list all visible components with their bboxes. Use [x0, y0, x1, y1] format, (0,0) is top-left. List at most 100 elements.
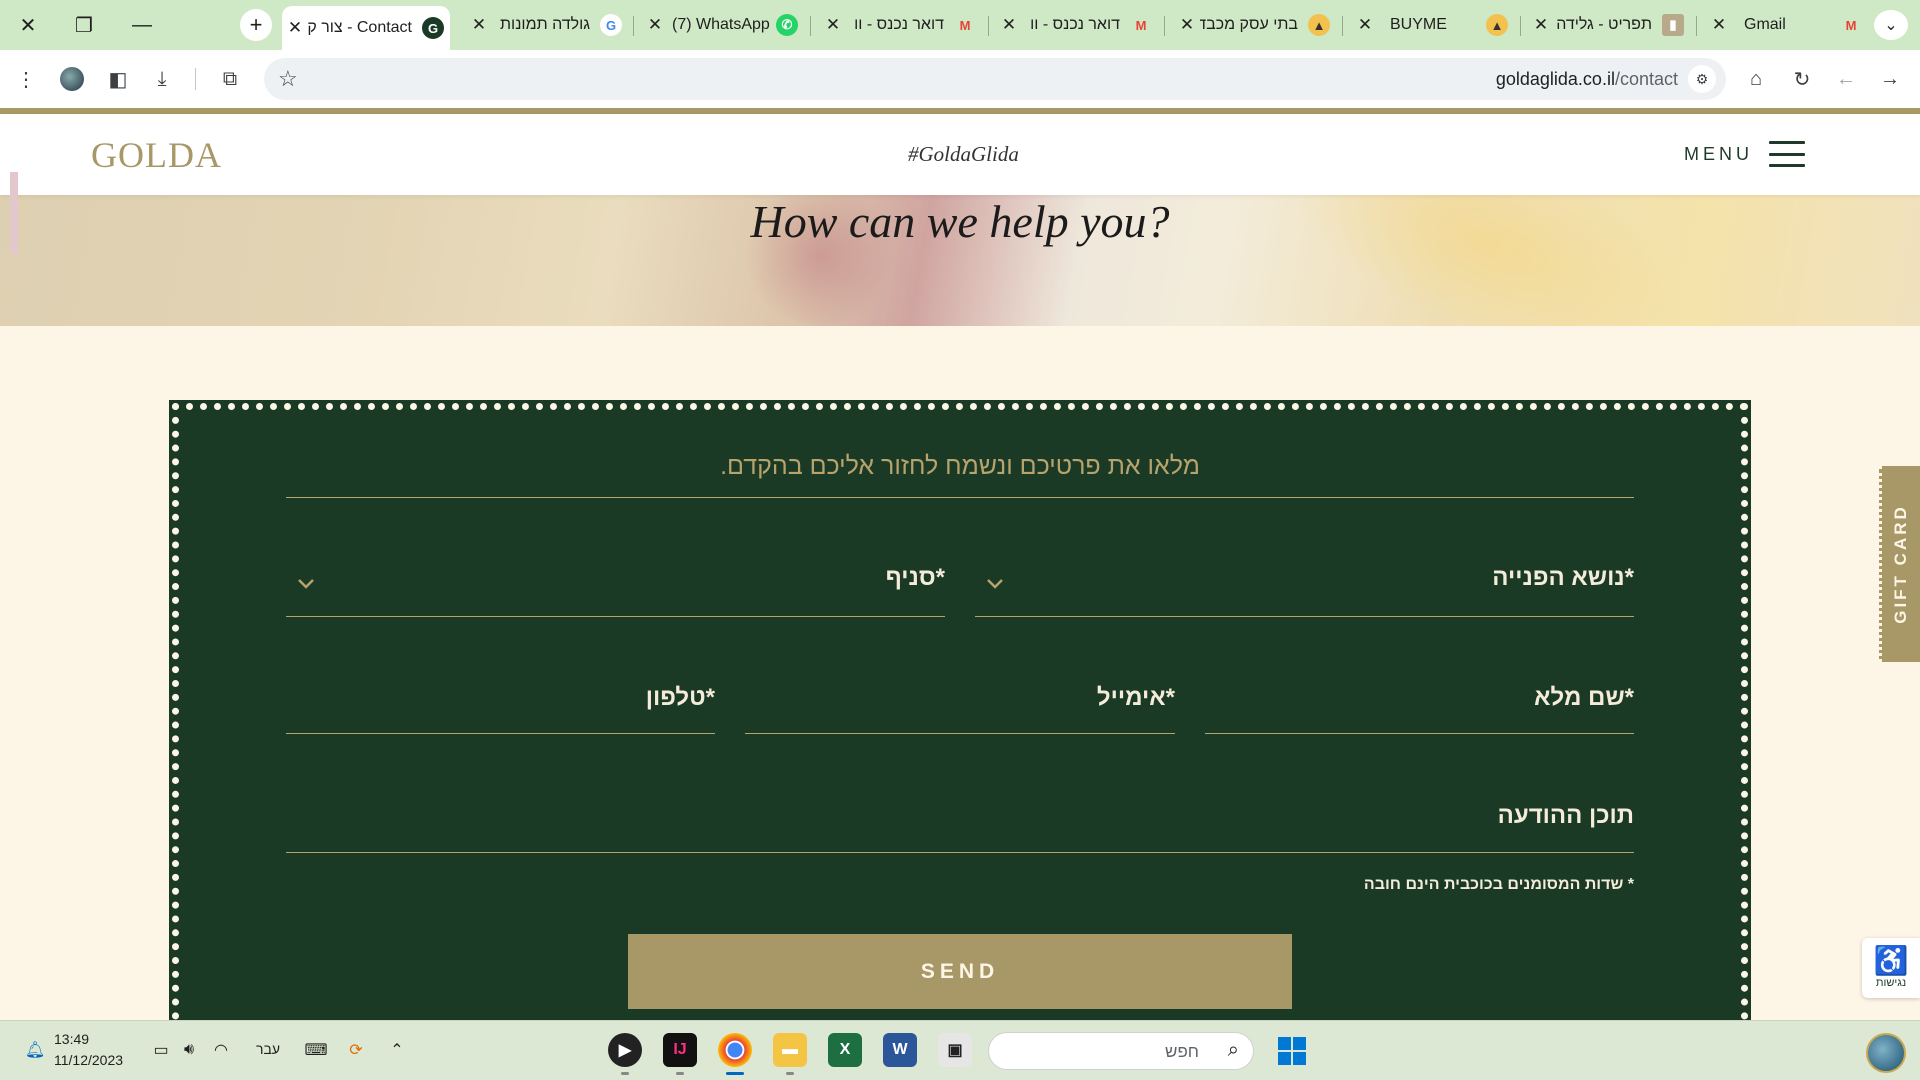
site-info-icon[interactable]: ⚙ — [1688, 65, 1716, 93]
message-underline — [286, 852, 1634, 853]
close-icon[interactable]: ✕ — [820, 15, 846, 35]
heading-divider — [286, 497, 1634, 498]
gift-card-label: GIFT CARD — [1891, 504, 1911, 624]
new-tab-button[interactable]: + — [240, 9, 272, 41]
full-name-field[interactable]: *שם מלא — [1205, 668, 1634, 734]
subject-label: *נושא הפנייה — [1492, 564, 1634, 591]
tab-gmail-inbox-2[interactable]: ✕ דואר נכנס - וו M — [996, 6, 1158, 44]
site-hashtag: #GoldaGlida — [908, 142, 1019, 166]
battery-icon[interactable]: ▭ — [150, 1039, 172, 1061]
email-field[interactable]: *אימייל — [745, 668, 1175, 734]
close-icon[interactable]: ✕ — [642, 15, 668, 35]
tab-title: דואר נכנס - וו — [1030, 16, 1120, 33]
browser-toolbar: ⋮ ◧ ⤓ ⧉ ☆ goldaglida.co.il/contact ⚙ ⌂ ↻… — [0, 50, 1920, 108]
form-heading: מלאו את פרטיכם ונשמח לחזור אליכם בהקדם. — [720, 452, 1200, 480]
hero-banner: How can we help you? — [0, 195, 1920, 326]
branch-select[interactable]: *סניף — [286, 548, 945, 616]
terminal-icon[interactable]: ▣ — [938, 1033, 972, 1067]
subject-underline — [975, 616, 1634, 617]
notification-bell-icon[interactable]: 🔔︎ — [24, 1039, 46, 1061]
tab-buyme[interactable]: ✕ BUYME ▲ — [1352, 6, 1514, 44]
media-player-icon[interactable]: ▶ — [608, 1033, 642, 1075]
address-bar[interactable]: ☆ goldaglida.co.il/contact ⚙ — [264, 58, 1726, 100]
back-arrow-icon[interactable]: ← — [1830, 63, 1862, 95]
wifi-icon[interactable]: ◠ — [210, 1039, 232, 1061]
close-icon[interactable]: ✕ — [1706, 15, 1732, 35]
keyboard-icon[interactable]: ⌨ — [304, 1039, 327, 1061]
subject-select[interactable]: *נושא הפנייה — [975, 548, 1634, 616]
url-text[interactable]: goldaglida.co.il/contact — [1496, 69, 1678, 90]
chevron-up-icon[interactable]: ⌃ — [386, 1039, 408, 1061]
tab-contact[interactable]: ✕ Contact - צור קשר G — [282, 6, 450, 50]
branch-underline — [286, 616, 945, 617]
url-domain: goldaglida.co.il — [1495, 69, 1615, 89]
reload-icon[interactable]: ↻ — [1786, 63, 1818, 95]
clock-time[interactable]: 13:49 — [54, 1031, 89, 1047]
kebab-menu-icon[interactable]: ⋮ — [10, 63, 42, 95]
send-button[interactable]: SEND — [628, 934, 1292, 1009]
tab-gmail-inbox-1[interactable]: ✕ דואר נכנס - וו M — [820, 6, 982, 44]
required-fields-note: * שדות המסומנים בכוכבית הינם חובה — [1363, 876, 1634, 893]
input-language[interactable]: עבר — [256, 1041, 280, 1057]
home-icon[interactable]: ⌂ — [1740, 63, 1772, 95]
hero-title: How can we help you? — [750, 196, 1170, 247]
tab-title: גולדה תמונות — [499, 16, 590, 33]
chrome-icon[interactable] — [718, 1033, 752, 1075]
gift-card-tab[interactable]: GIFT CARD — [1879, 466, 1920, 662]
wheelchair-icon: ♿ — [1873, 945, 1909, 976]
bookmark-star-icon[interactable]: ☆ — [278, 66, 298, 92]
weather-widget-icon[interactable] — [1866, 1033, 1906, 1073]
file-explorer-icon[interactable]: ▬ — [773, 1033, 807, 1075]
tab-golda-images[interactable]: ✕ גולדה תמונות G — [466, 6, 628, 44]
tab-title: Contact - צור קשר — [308, 19, 412, 36]
intellij-icon[interactable]: IJ — [663, 1033, 697, 1075]
phone-field[interactable]: *טלפון — [286, 668, 715, 734]
gmail-icon: M — [1135, 17, 1147, 33]
golda-logo[interactable]: GOLDA — [91, 134, 222, 176]
phone-underline — [286, 733, 715, 734]
tab-menu-golda[interactable]: ✕ תפריט - גלידה ▮ — [1528, 6, 1690, 44]
close-icon[interactable]: ✕ — [282, 18, 308, 38]
tab-gmail[interactable]: ✕ Gmail M — [1706, 6, 1868, 44]
forward-arrow-icon[interactable]: → — [1874, 63, 1906, 95]
side-panel-icon[interactable]: ◧ — [102, 63, 134, 95]
whatsapp-icon: ✆ — [776, 14, 798, 36]
message-field[interactable]: תוכן ההודעה — [286, 786, 1634, 852]
extensions-icon[interactable]: ⧉ — [214, 63, 246, 95]
excel-icon[interactable]: X — [828, 1033, 862, 1067]
profile-avatar-icon[interactable] — [56, 63, 88, 95]
volume-icon[interactable]: 🔊︎ — [178, 1039, 200, 1061]
tab-title: Gmail — [1744, 16, 1786, 33]
tab-separator — [1696, 16, 1697, 36]
windows-start-icon[interactable] — [1278, 1037, 1306, 1065]
page-icon: ▮ — [1662, 14, 1684, 36]
tab-buyme-businesses[interactable]: ✕ בתי עסק מכבדים ▲ — [1174, 6, 1336, 44]
buyme-icon: ▲ — [1486, 14, 1508, 36]
tab-search-button[interactable]: ⌄ — [1874, 10, 1908, 40]
close-icon[interactable]: ✕ — [996, 15, 1022, 35]
close-icon[interactable]: ✕ — [1352, 15, 1378, 35]
tab-whatsapp[interactable]: ✕ (7) WhatsApp ✆ — [642, 6, 804, 44]
word-icon[interactable]: W — [883, 1033, 917, 1067]
close-icon[interactable]: ✕ — [466, 15, 492, 35]
close-window-button[interactable]: ✕ — [8, 8, 48, 42]
tab-separator — [1520, 16, 1521, 36]
hamburger-menu-icon[interactable] — [1769, 141, 1805, 167]
full-name-underline — [1205, 733, 1634, 734]
tab-separator — [810, 16, 811, 36]
close-icon[interactable]: ✕ — [1174, 15, 1200, 35]
taskbar-search[interactable]: חפש ⌕ — [988, 1032, 1254, 1070]
gmail-icon: M — [1845, 17, 1857, 33]
accessibility-button[interactable]: ♿ נגישות — [1862, 938, 1920, 998]
site-header: GOLDA #GoldaGlida MENU — [0, 114, 1920, 195]
restore-window-button[interactable]: ❐ — [64, 8, 104, 42]
minimize-window-button[interactable]: — — [122, 8, 162, 42]
google-icon: G — [600, 14, 622, 36]
download-icon[interactable]: ⤓ — [146, 63, 178, 95]
sync-icon[interactable]: ⟳ — [345, 1039, 367, 1061]
chevron-down-icon — [987, 579, 1003, 589]
close-icon[interactable]: ✕ — [1528, 15, 1554, 35]
menu-label[interactable]: MENU — [1684, 144, 1753, 165]
golda-icon: G — [422, 17, 444, 39]
clock-date[interactable]: 11/12/2023 — [54, 1052, 123, 1068]
